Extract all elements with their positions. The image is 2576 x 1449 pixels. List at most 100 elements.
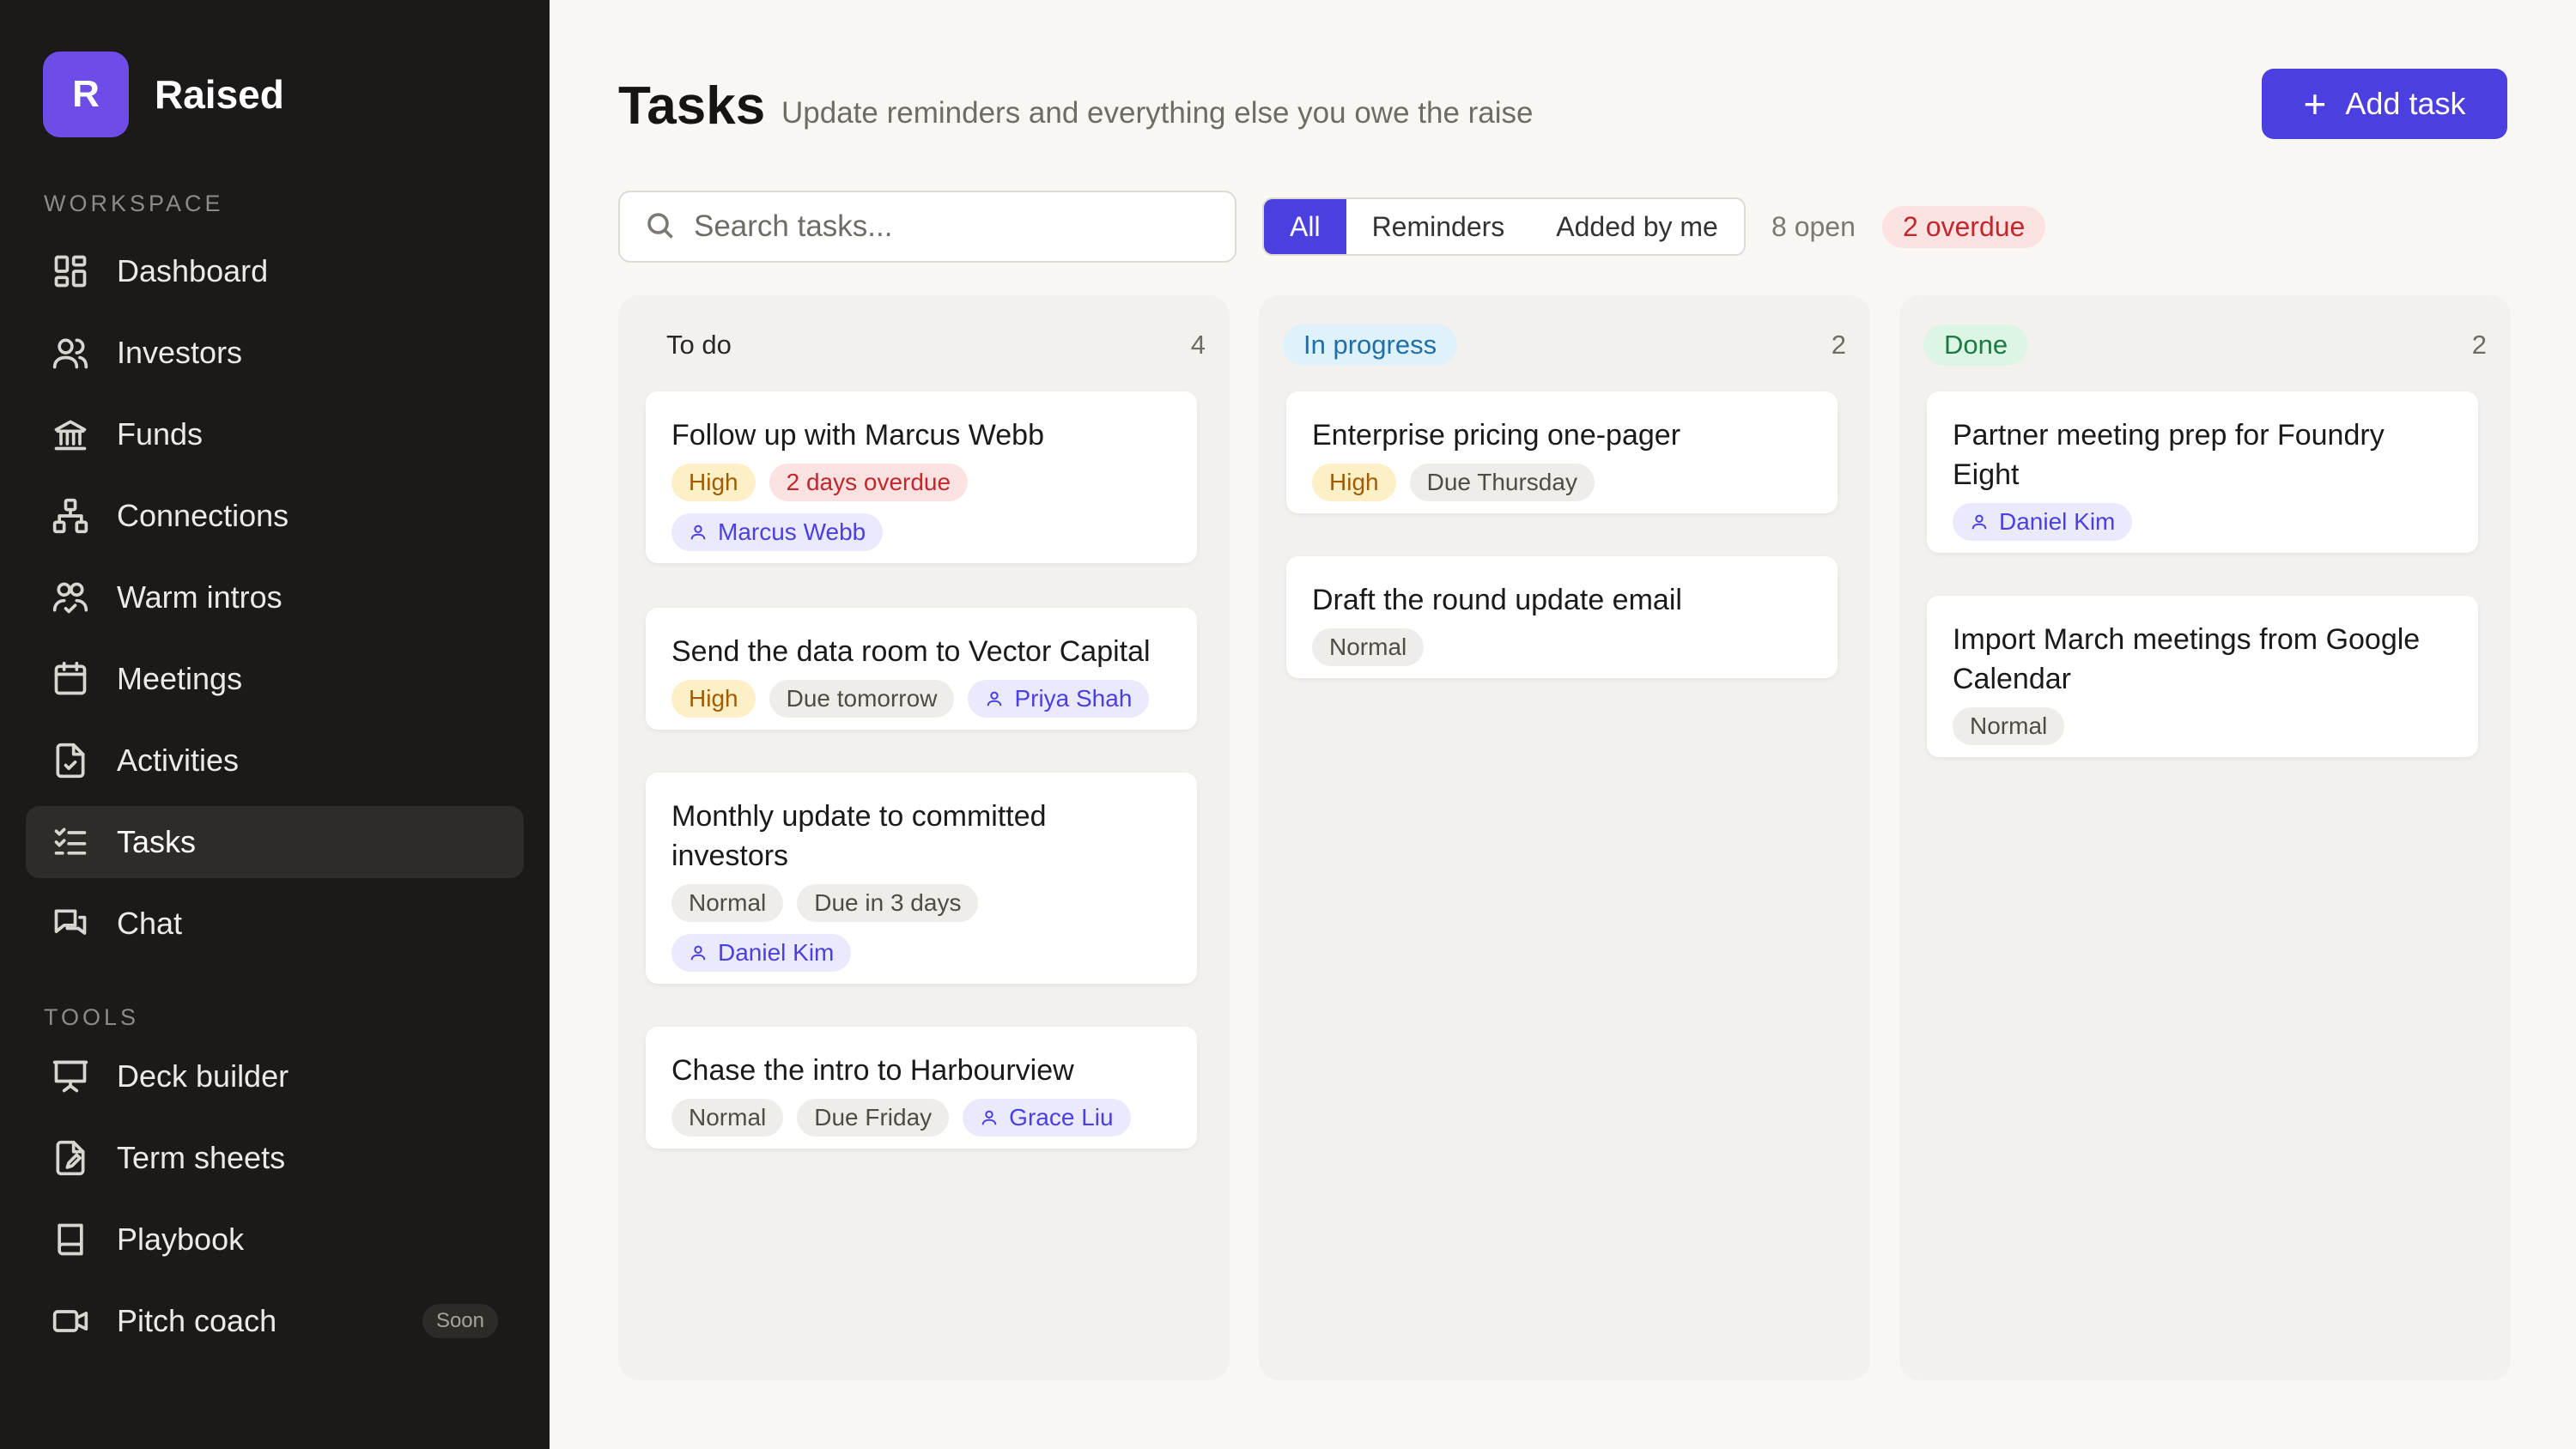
tag-label: Due tomorrow: [786, 685, 938, 712]
sidebar-item-chat[interactable]: Chat: [26, 888, 524, 960]
search-box[interactable]: [618, 191, 1236, 263]
sidebar: R Raised WORKSPACE Dashboard Investors F…: [0, 0, 550, 1449]
column-done: Done 2 Partner meeting prep for Foundry Ei…: [1899, 295, 2511, 1380]
person-icon: [689, 523, 718, 542]
presentation-icon: [52, 1058, 89, 1095]
column-header: Done 2: [1899, 323, 2511, 367]
sidebar-item-connections[interactable]: Connections: [26, 480, 524, 552]
sidebar-item-label: Playbook: [117, 1222, 245, 1257]
column-in-progress: In progress 2 Enterprise pricing one-pager…: [1259, 295, 1870, 1380]
section-label-workspace: WORKSPACE: [44, 191, 224, 216]
network-icon: [52, 497, 89, 535]
book-icon: [52, 1221, 89, 1258]
sidebar-item-meetings[interactable]: Meetings: [26, 643, 524, 715]
activity-icon: [52, 742, 89, 779]
sidebar-item-investors[interactable]: Investors: [26, 317, 524, 389]
assignee-tag[interactable]: Priya Shah: [968, 680, 1150, 718]
task-card[interactable]: Follow up with Marcus Webb High 2 days ove…: [646, 391, 1197, 563]
assignee-tag[interactable]: Grace Liu: [963, 1099, 1131, 1137]
overdue-tag: 2 days overdue: [769, 464, 969, 501]
sidebar-item-label: Investors: [117, 335, 243, 370]
sidebar-item-label: Connections: [117, 498, 289, 533]
filter-tab-reminders[interactable]: Reminders: [1346, 199, 1531, 254]
sidebar-item-activities[interactable]: Activities: [26, 724, 524, 797]
page-title: Tasks: [618, 76, 766, 136]
column-title: In progress: [1283, 324, 1458, 366]
task-tags: Normal Due Friday Grace Liu: [671, 1099, 1171, 1149]
tag-label: High: [1329, 469, 1379, 495]
sidebar-item-playbook[interactable]: Playbook: [26, 1203, 524, 1276]
task-tags: Normal: [1953, 707, 2452, 757]
tag-label: Daniel Kim: [1999, 508, 2116, 535]
sidebar-item-deck-builder[interactable]: Deck builder: [26, 1040, 524, 1113]
person-icon: [689, 943, 718, 962]
task-title: Monthly update to committed investors: [671, 800, 1047, 872]
person-icon: [980, 1108, 1009, 1127]
search-input[interactable]: [694, 209, 1209, 244]
task-card[interactable]: Chase the intro to Harbourview Normal Due …: [646, 1027, 1197, 1149]
soon-badge: Soon: [422, 1304, 498, 1338]
task-card[interactable]: Partner meeting prep for Foundry Eight Da…: [1927, 391, 2478, 553]
assignee-tag[interactable]: Marcus Webb: [671, 513, 884, 551]
column-count: 2: [1831, 330, 1846, 360]
search-icon: [644, 209, 675, 245]
due-date-tag: Due tomorrow: [769, 680, 955, 718]
priority-tag: Normal: [671, 1099, 784, 1137]
brand-logo: R: [43, 52, 129, 137]
tag-label: Normal: [689, 889, 767, 916]
column-header: In progress 2: [1259, 323, 1870, 367]
add-task-button[interactable]: + Add task: [2262, 69, 2507, 139]
brand-name: Raised: [155, 72, 284, 117]
users-icon: [52, 334, 89, 372]
due-date-tag: Due in 3 days: [797, 884, 979, 922]
sidebar-item-label: Deck builder: [117, 1058, 289, 1094]
filter-tab-added-by-me[interactable]: Added by me: [1530, 199, 1744, 254]
column-title: Done: [1923, 324, 2029, 366]
priority-tag: High: [671, 680, 756, 718]
sidebar-item-label: Activities: [117, 743, 240, 778]
sidebar-item-label: Chat: [117, 906, 183, 941]
tag-label: Marcus Webb: [718, 518, 866, 545]
overdue-badge[interactable]: 2 overdue: [1882, 206, 2046, 248]
document-edit-icon: [52, 1139, 89, 1177]
task-card[interactable]: Send the data room to Vector Capital High…: [646, 608, 1197, 730]
priority-tag: High: [1312, 464, 1396, 501]
tag-label: High: [689, 685, 738, 712]
assignee-tag[interactable]: Daniel Kim: [1953, 503, 2133, 541]
column-count: 4: [1190, 330, 1206, 360]
person-icon: [985, 689, 1014, 708]
filter-tab-all[interactable]: All: [1264, 199, 1346, 254]
task-card[interactable]: Monthly update to committed investors Nor…: [646, 773, 1197, 984]
sidebar-item-warm-intros[interactable]: Warm intros: [26, 561, 524, 634]
due-date-tag: Due Friday: [797, 1099, 950, 1137]
person-icon: [1970, 512, 1999, 531]
sidebar-item-label: Dashboard: [117, 253, 269, 288]
video-icon: [52, 1302, 89, 1340]
sidebar-item-label: Warm intros: [117, 579, 283, 615]
task-tags: Normal Due in 3 days Daniel Kim: [671, 884, 1171, 984]
brand[interactable]: R Raised: [43, 52, 284, 137]
priority-tag: High: [671, 464, 756, 501]
tag-label: High: [689, 469, 738, 495]
tag-label: Due in 3 days: [814, 889, 962, 916]
open-count: 8 open: [1771, 211, 1856, 242]
page-subtitle: Update reminders and everything else you…: [781, 96, 1534, 130]
priority-tag: Normal: [671, 884, 784, 922]
sidebar-item-dashboard[interactable]: Dashboard: [26, 235, 524, 307]
sidebar-item-tasks[interactable]: Tasks: [26, 806, 524, 878]
task-tags: Normal: [1312, 628, 1812, 678]
section-label-tools: TOOLS: [44, 1004, 140, 1030]
task-card[interactable]: Import March meetings from Google Calend…: [1927, 596, 2478, 757]
sidebar-item-term-sheets[interactable]: Term sheets: [26, 1122, 524, 1194]
assignee-tag[interactable]: Daniel Kim: [671, 934, 852, 972]
sidebar-item-label: Pitch coach: [117, 1303, 277, 1338]
sidebar-item-pitch-coach[interactable]: Pitch coach Soon: [26, 1285, 524, 1357]
tag-label: Daniel Kim: [718, 939, 835, 966]
tag-label: 2 days overdue: [786, 469, 951, 495]
sidebar-item-funds[interactable]: Funds: [26, 398, 524, 470]
task-title: Enterprise pricing one-pager: [1312, 419, 1681, 452]
tag-label: Normal: [1970, 712, 2048, 739]
task-title: Partner meeting prep for Foundry Eight: [1953, 419, 2385, 491]
task-card[interactable]: Enterprise pricing one-pager High Due Thur…: [1286, 391, 1838, 513]
task-card[interactable]: Draft the round update email Normal: [1286, 556, 1838, 678]
